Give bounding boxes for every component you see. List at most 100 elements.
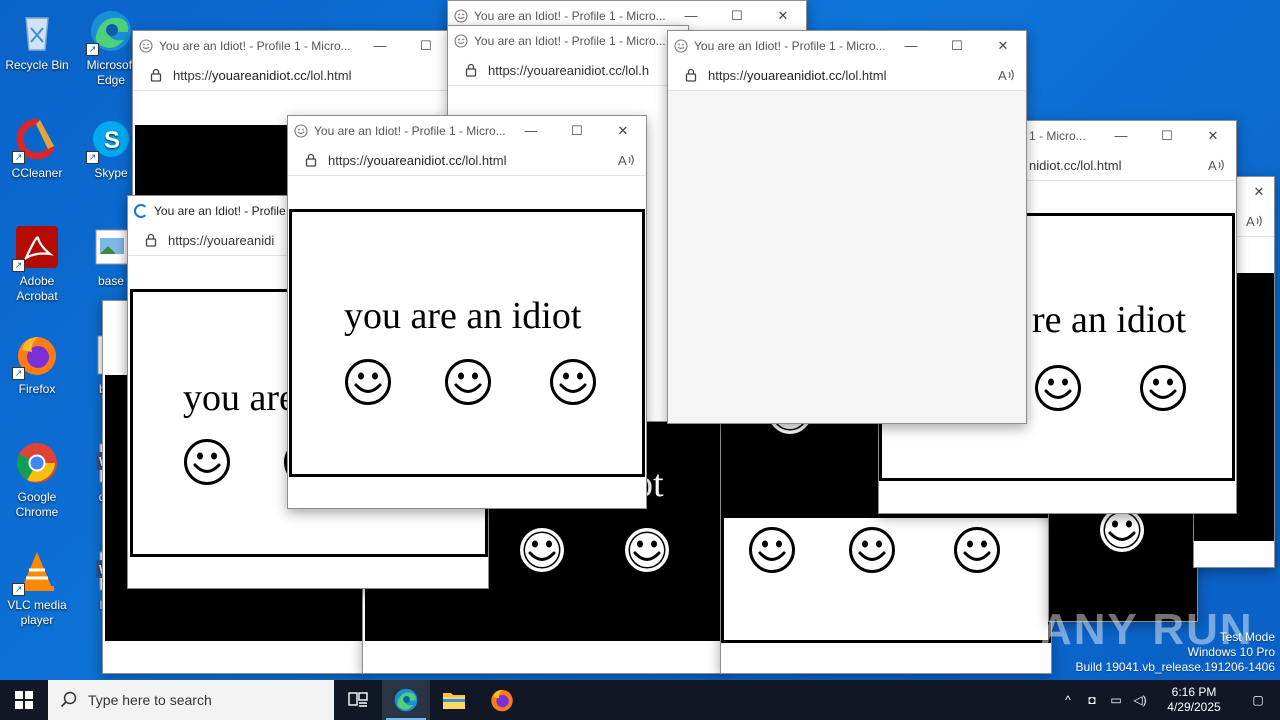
desktop-icon-label: base (97, 274, 125, 288)
window-title: You are an Idiot! - Profile 1 - Micro... (159, 38, 351, 53)
smiley-favicon-icon (454, 34, 468, 48)
window-title: You are an Idiot! - Profile 1 - Micro... (314, 123, 506, 138)
smiley-face-icon (549, 358, 597, 406)
skype-icon: S ↗ (86, 116, 134, 164)
address-bar[interactable]: https://youareanidiot.cc/lol.h (448, 55, 688, 86)
desktop-icon-label: Microsoft Edge (86, 58, 136, 87)
task-view-button[interactable] (334, 680, 382, 720)
taskbar-firefox[interactable] (478, 680, 526, 720)
idiot-text: you are an idiot (344, 295, 582, 337)
idiot-page (721, 515, 1051, 643)
taskbar-edge[interactable] (382, 680, 430, 720)
window-title: You are an Idiot! - Profile 1 - Micro... (474, 33, 666, 48)
windows-logo-icon (15, 691, 33, 709)
desktop-icon-label: Google Chrome (15, 490, 59, 519)
start-button[interactable] (0, 680, 48, 720)
desktop-icon-adobe-acrobat[interactable]: ↗ Adobe Acrobat (0, 224, 74, 304)
smiley-favicon-icon (674, 39, 688, 53)
url-text[interactable]: https://youareanidiot.cc/lol.html (708, 68, 998, 83)
smiley-face-icon (953, 526, 1001, 574)
shortcut-arrow-icon: ↗ (86, 151, 99, 164)
lock-icon (304, 153, 318, 167)
desktop-icon-recycle-bin[interactable]: Recycle Bin (0, 8, 74, 73)
desktop-icon-label: Recycle Bin (5, 58, 69, 72)
taskbar: Type here to search ^ ◘ ▭ ◁) 6:16 PM 4/2… (0, 680, 1280, 720)
security-icon[interactable]: ◘ (1080, 693, 1104, 707)
search-icon (60, 691, 77, 708)
lock-icon (684, 68, 698, 82)
desktop-icon-ccleaner[interactable]: ↗ CCleaner (0, 116, 74, 181)
lock-icon (464, 63, 478, 77)
firefox-icon (491, 689, 513, 712)
minimize-button[interactable]: — (357, 38, 403, 53)
volume-icon[interactable]: ◁) (1128, 693, 1152, 707)
desktop-icon-label: Adobe Acrobat (16, 274, 58, 303)
url-text[interactable]: https://youareanidiot.cc/lol.h (488, 63, 688, 78)
idiot-text: re an idiot (1032, 299, 1187, 341)
window-title: You are an Idiot! - Profile 1 - Micro... (474, 8, 666, 23)
ccleaner-icon: ↗ (12, 116, 60, 164)
taskbar-file-explorer[interactable] (430, 680, 478, 720)
address-bar[interactable]: https://youareanidiot.cc/lol.html (133, 60, 449, 91)
taskbar-search-box[interactable]: Type here to search (48, 680, 334, 720)
system-tray: ^ ◘ ▭ ◁) 6:16 PM 4/29/2025 ▢ (1056, 680, 1280, 720)
smiley-face-icon (518, 526, 566, 574)
address-bar[interactable]: https://youareanidiot.cc/lol.html (668, 60, 1026, 91)
title-bar[interactable]: You are an Idiot! - Profile 1 - Micro... (448, 26, 688, 55)
smiley-face-icon (748, 526, 796, 574)
taskbar-clock[interactable]: 6:16 PM 4/29/2025 (1152, 685, 1236, 715)
desktop-icon-vlc[interactable]: ↗ VLC media player (0, 548, 74, 628)
maximize-button[interactable]: ☐ (714, 8, 760, 24)
svg-text:S: S (104, 127, 120, 154)
smiley-favicon-icon (454, 9, 468, 23)
maximize-button[interactable]: ☐ (554, 123, 600, 139)
firefox-icon: ↗ (12, 332, 60, 380)
search-placeholder: Type here to search (88, 692, 212, 708)
smiley-face-icon (344, 358, 392, 406)
minimize-button[interactable]: — (668, 8, 714, 23)
desktop-icon-chrome[interactable]: Google Chrome (0, 440, 74, 520)
idiot-text: you are (183, 377, 296, 419)
desktop-icon-label: Firefox (18, 382, 56, 396)
acrobat-icon: ↗ (12, 224, 60, 272)
shortcut-arrow-icon: ↗ (86, 43, 99, 56)
title-bar[interactable]: You are an Idiot! - Profile 1 - Micro...… (133, 31, 449, 60)
smiley-face-icon (623, 526, 671, 574)
maximize-button[interactable]: ☐ (934, 38, 980, 54)
edge-icon (394, 688, 418, 712)
lock-icon (149, 68, 163, 82)
chrome-icon (14, 440, 60, 486)
browser-window-front[interactable]: You are an Idiot! - Profile 1 - Micro...… (287, 115, 647, 509)
desktop-icon-firefox[interactable]: ↗ Firefox (0, 332, 74, 397)
task-view-icon (348, 692, 368, 707)
notifications-icon[interactable]: ▢ (1236, 693, 1280, 707)
shortcut-arrow-icon: ↗ (12, 259, 25, 272)
title-bar[interactable]: You are an Idiot! - Profile 1 - Micro...… (288, 116, 646, 145)
vlc-icon: ↗ (12, 548, 60, 596)
address-bar[interactable]: https://youareanidiot.cc/lol.html (288, 145, 646, 176)
maximize-button[interactable]: ☐ (403, 38, 449, 54)
url-text[interactable]: https://youareanidiot.cc/lol.html (328, 153, 618, 168)
smiley-favicon-icon (139, 39, 153, 53)
network-icon[interactable]: ▭ (1104, 693, 1128, 707)
os-watermark: Test Mode Windows 10 Pro Build 19041.vb_… (1075, 630, 1276, 674)
maximize-button[interactable]: ☐ (1144, 128, 1190, 144)
clock-date: 4/29/2025 (1167, 700, 1221, 714)
edge-icon: ↗ (86, 8, 134, 56)
smiley-face-icon (1034, 364, 1082, 412)
lock-icon (144, 233, 158, 247)
read-aloud-icon[interactable] (998, 30, 1016, 150)
window-title: You are an Idiot! - Profile 1 - Micro... (694, 38, 886, 53)
shortcut-arrow-icon: ↗ (12, 583, 25, 596)
browser-window-blank[interactable]: You are an Idiot! - Profile 1 - Micro...… (667, 30, 1027, 424)
close-button[interactable]: ✕ (760, 8, 806, 24)
minimize-button[interactable]: — (508, 123, 554, 138)
url-text[interactable]: https://youareanidiot.cc/lol.html (173, 68, 449, 83)
smiley-face-icon (183, 438, 231, 486)
title-bar[interactable]: You are an Idiot! - Profile 1 - Micro...… (668, 31, 1026, 60)
idiot-page: you are an idiot (289, 209, 645, 477)
shortcut-arrow-icon: ↗ (12, 151, 25, 164)
chevron-up-icon[interactable]: ^ (1056, 693, 1080, 707)
minimize-button[interactable]: — (1098, 128, 1144, 143)
minimize-button[interactable]: — (888, 38, 934, 53)
